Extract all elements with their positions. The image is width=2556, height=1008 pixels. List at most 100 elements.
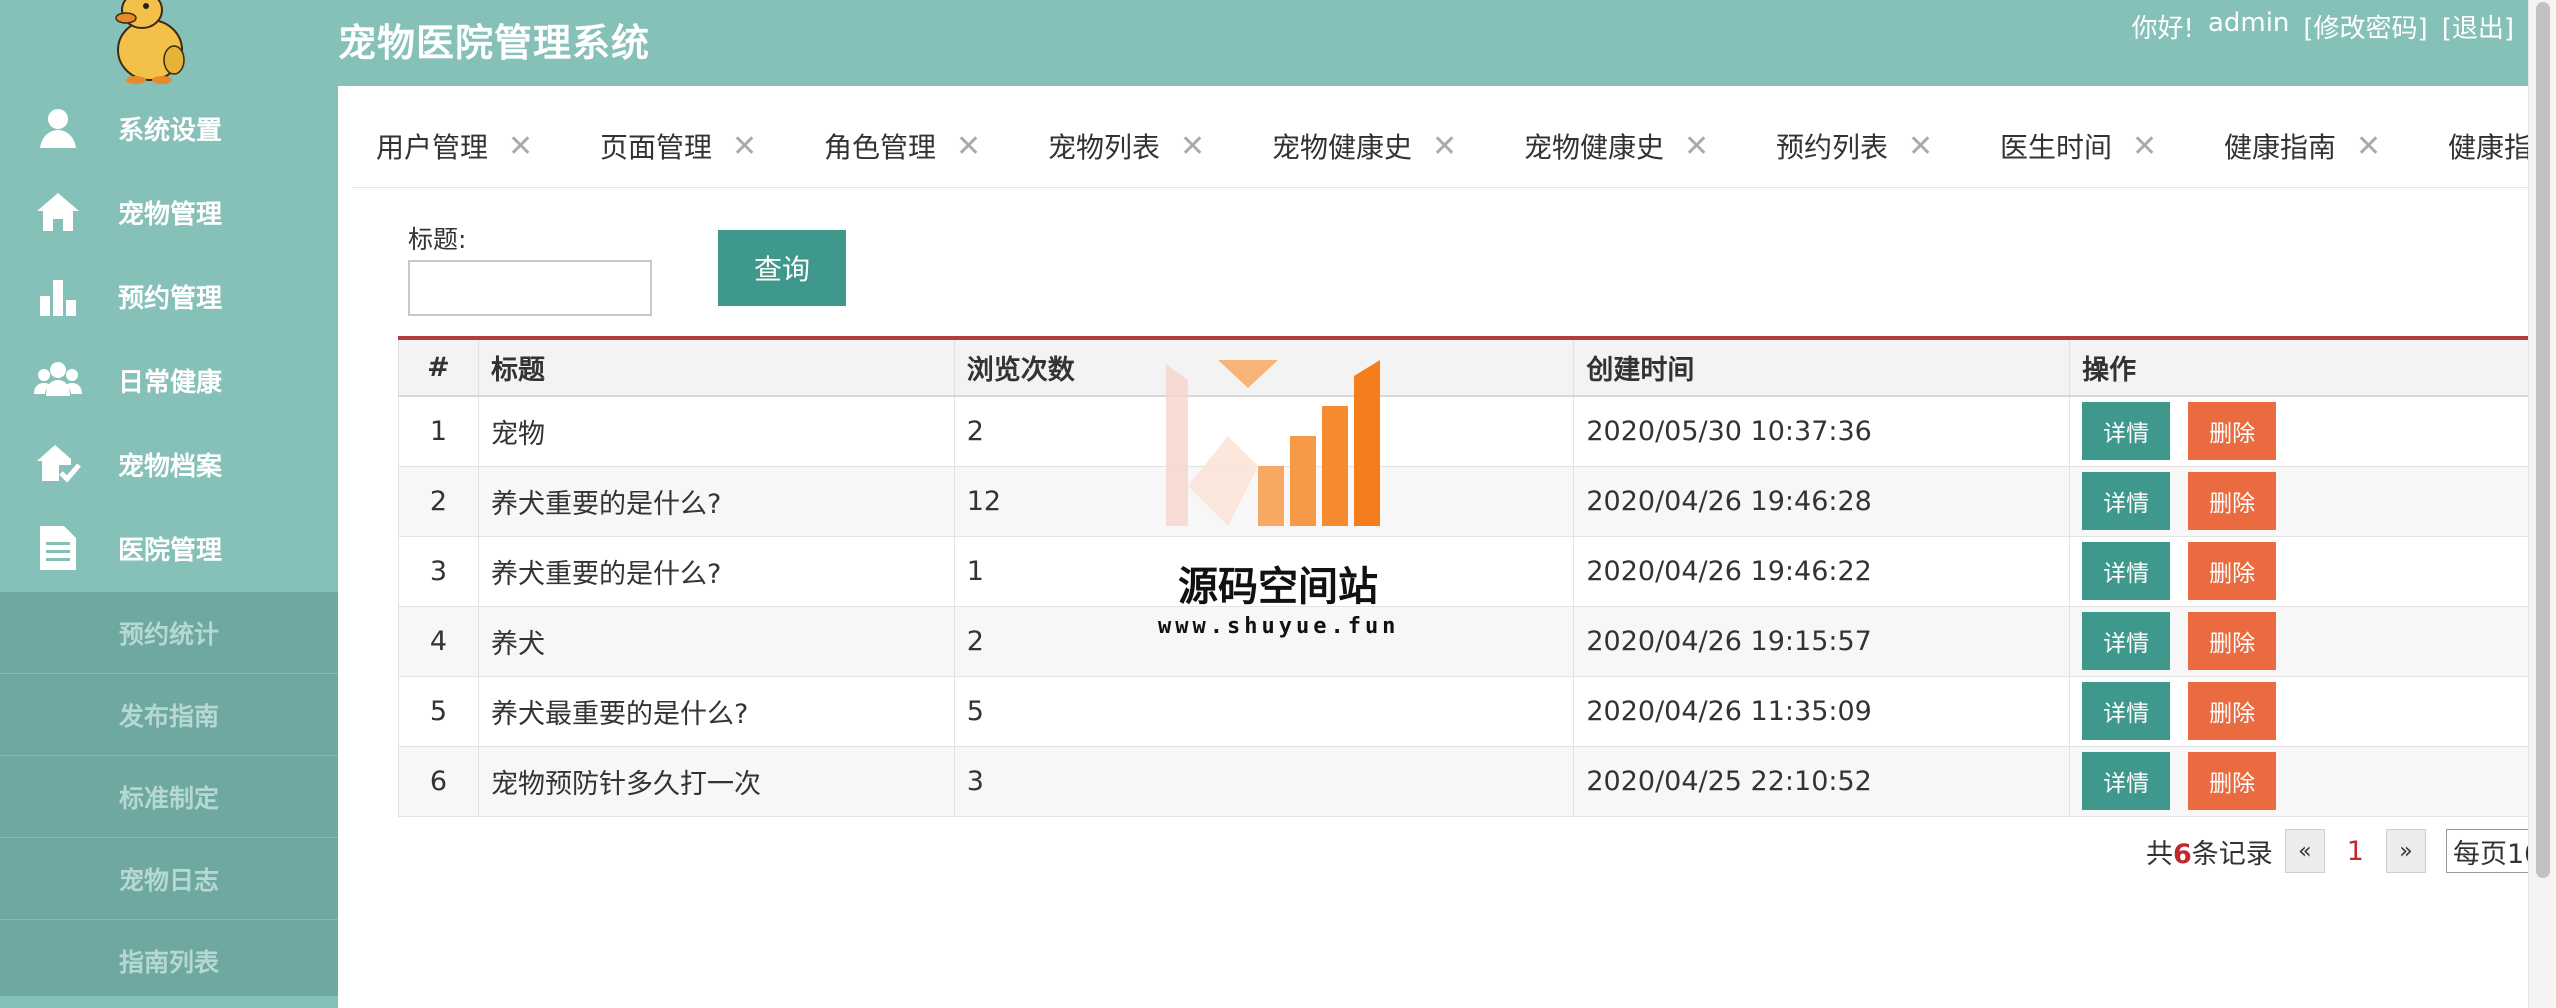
tab-appointment-list[interactable]: 预约列表 ✕: [1776, 126, 1933, 166]
close-icon[interactable]: ✕: [2132, 129, 2157, 164]
house-check-icon: [34, 440, 82, 488]
top-header: 宠物医院管理系统 你好! admin [修改密码] [退出]: [338, 0, 2528, 86]
row-actions: 详情 删除: [2069, 745, 2528, 817]
row-actions: 详情 删除: [2069, 465, 2528, 537]
sidebar-item-pet-management[interactable]: 宠物管理: [0, 170, 338, 254]
tab-health-guide[interactable]: 健康指南 ✕: [2224, 126, 2381, 166]
scrollbar-thumb[interactable]: [2536, 2, 2550, 878]
tab-label: 医生时间: [2000, 131, 2113, 164]
greeting-text: 你好!: [2131, 14, 2194, 44]
delete-button[interactable]: 删除: [2188, 612, 2277, 670]
column-header-actions: 操作: [2069, 337, 2528, 397]
row-views: 1: [953, 535, 1575, 607]
close-icon[interactable]: ✕: [1432, 129, 1457, 164]
close-icon[interactable]: ✕: [732, 129, 757, 164]
tab-doctor-time[interactable]: 医生时间 ✕: [2000, 126, 2157, 166]
column-header-index: #: [398, 337, 479, 397]
row-created: 2020/05/30 10:37:36: [1573, 395, 2071, 467]
row-views: 2: [953, 605, 1575, 677]
detail-button[interactable]: 详情: [2082, 402, 2171, 461]
row-views: 3: [953, 745, 1575, 817]
sidebar-item-daily-health[interactable]: 日常健康: [0, 338, 338, 422]
sidebar-item-pet-records[interactable]: 宠物档案: [0, 422, 338, 506]
record-count-suffix: 条记录: [2191, 838, 2273, 870]
tab-user-management[interactable]: 用户管理 ✕: [376, 126, 533, 166]
row-created: 2020/04/26 19:15:57: [1573, 605, 2071, 677]
tab-pet-health-history-2[interactable]: 宠物健康史 ✕: [1524, 126, 1709, 166]
table-row: 3 养犬重要的是什么? 1 2020/04/26 19:46:22 详情 删除: [398, 535, 2528, 607]
detail-button[interactable]: 详情: [2082, 752, 2171, 810]
prev-page-button[interactable]: «: [2284, 829, 2325, 873]
tab-page-management[interactable]: 页面管理 ✕: [600, 126, 757, 166]
tab-role-management[interactable]: 角色管理 ✕: [824, 126, 981, 166]
home-icon: [34, 188, 82, 236]
delete-button[interactable]: 删除: [2188, 402, 2277, 461]
close-icon[interactable]: ✕: [508, 129, 533, 164]
submenu-item-standard-setting[interactable]: 标准制定: [0, 756, 338, 838]
query-button[interactable]: 查询: [718, 230, 846, 306]
delete-button[interactable]: 删除: [2188, 682, 2277, 740]
delete-button[interactable]: 删除: [2188, 752, 2277, 810]
tab-label: 用户管理: [376, 131, 489, 164]
tab-label: 预约列表: [1776, 131, 1889, 164]
title-filter-input[interactable]: [408, 260, 652, 316]
tab-label: 健康指南: [2224, 131, 2337, 164]
record-count-value: 6: [2173, 838, 2192, 870]
close-icon[interactable]: ✕: [1684, 129, 1709, 164]
row-title: 养犬重要的是什么?: [477, 465, 955, 537]
sidebar-item-hospital-management[interactable]: 医院管理: [0, 506, 338, 590]
table-row: 4 养犬 2 2020/04/26 19:15:57 详情 删除: [398, 605, 2528, 677]
table-row: 1 宠物 2 2020/05/30 10:37:36 详情 删除: [398, 395, 2528, 467]
sidebar-item-system-settings[interactable]: 系统设置: [0, 86, 338, 170]
close-icon[interactable]: ✕: [1908, 129, 1933, 164]
row-actions: 详情 删除: [2069, 395, 2528, 467]
content-panel: 用户管理 ✕ 页面管理 ✕ 角色管理 ✕ 宠物列表 ✕ 宠物健康史 ✕ 宠物健康史 ✕ 预约…: [352, 86, 2528, 1008]
row-views: 5: [953, 675, 1575, 747]
next-page-button[interactable]: »: [2385, 829, 2426, 873]
tab-pet-health-history[interactable]: 宠物健康史 ✕: [1272, 126, 1457, 166]
submenu-item-pet-log[interactable]: 宠物日志: [0, 838, 338, 920]
column-header-views: 浏览次数: [953, 337, 1575, 397]
row-actions: 详情 删除: [2069, 675, 2528, 747]
detail-button[interactable]: 详情: [2082, 542, 2171, 600]
submenu-item-appointment-stats[interactable]: 预约统计: [0, 592, 338, 674]
tab-bar: 用户管理 ✕ 页面管理 ✕ 角色管理 ✕ 宠物列表 ✕ 宠物健康史 ✕ 宠物健康史 ✕ 预约…: [352, 86, 2528, 188]
sidebar-item-label: 系统设置: [118, 115, 223, 146]
sidebar-item-label: 宠物管理: [118, 199, 223, 230]
delete-button[interactable]: 删除: [2188, 542, 2277, 600]
change-password-link[interactable]: [修改密码]: [2303, 8, 2427, 45]
tab-label: 宠物健康史: [1272, 131, 1413, 164]
table-row: 2 养犬重要的是什么? 12 2020/04/26 19:46:28 详情 删除: [398, 465, 2528, 537]
row-created: 2020/04/25 22:10:52: [1573, 745, 2071, 817]
delete-button[interactable]: 删除: [2188, 472, 2277, 530]
row-views: 12: [953, 465, 1575, 537]
table-header-row: # 标题 浏览次数 创建时间 操作: [398, 337, 2528, 397]
username: admin: [2207, 8, 2290, 38]
per-page-select[interactable]: 每页10: [2445, 829, 2528, 873]
row-created: 2020/04/26 19:46:28: [1573, 465, 2071, 537]
close-icon[interactable]: ✕: [956, 129, 981, 164]
row-created: 2020/04/26 19:46:22: [1573, 535, 2071, 607]
row-created: 2020/04/26 11:35:09: [1573, 675, 2071, 747]
guide-table: # 标题 浏览次数 创建时间 操作 1 宠物 2 2020/05/30 10:3…: [398, 336, 2528, 817]
submenu-item-publish-guide[interactable]: 发布指南: [0, 674, 338, 756]
row-title: 养犬: [477, 605, 955, 677]
sidebar: 系统设置 宠物管理 预约管理 日常健康 宠物档案 医院管理 预约统计 发布指南 …: [0, 0, 338, 1008]
document-icon: [34, 524, 82, 572]
row-index: 6: [398, 745, 479, 817]
tab-pet-list[interactable]: 宠物列表 ✕: [1048, 126, 1205, 166]
tab-label: 角色管理: [824, 131, 937, 164]
close-icon[interactable]: ✕: [2356, 129, 2381, 164]
tab-label: 宠物健康史: [1524, 131, 1665, 164]
tab-health-guide-partial[interactable]: 健康指: [2448, 126, 2528, 166]
submenu-item-guide-list[interactable]: 指南列表: [0, 920, 338, 1002]
detail-button[interactable]: 详情: [2082, 682, 2171, 740]
detail-button[interactable]: 详情: [2082, 472, 2171, 530]
sidebar-item-appointment-management[interactable]: 预约管理: [0, 254, 338, 338]
vertical-scrollbar[interactable]: [2528, 0, 2556, 1008]
sidebar-item-label: 日常健康: [118, 367, 223, 398]
close-icon[interactable]: ✕: [1180, 129, 1205, 164]
logout-link[interactable]: [退出]: [2442, 8, 2514, 45]
current-page[interactable]: 1: [2347, 836, 2364, 867]
detail-button[interactable]: 详情: [2082, 612, 2171, 670]
